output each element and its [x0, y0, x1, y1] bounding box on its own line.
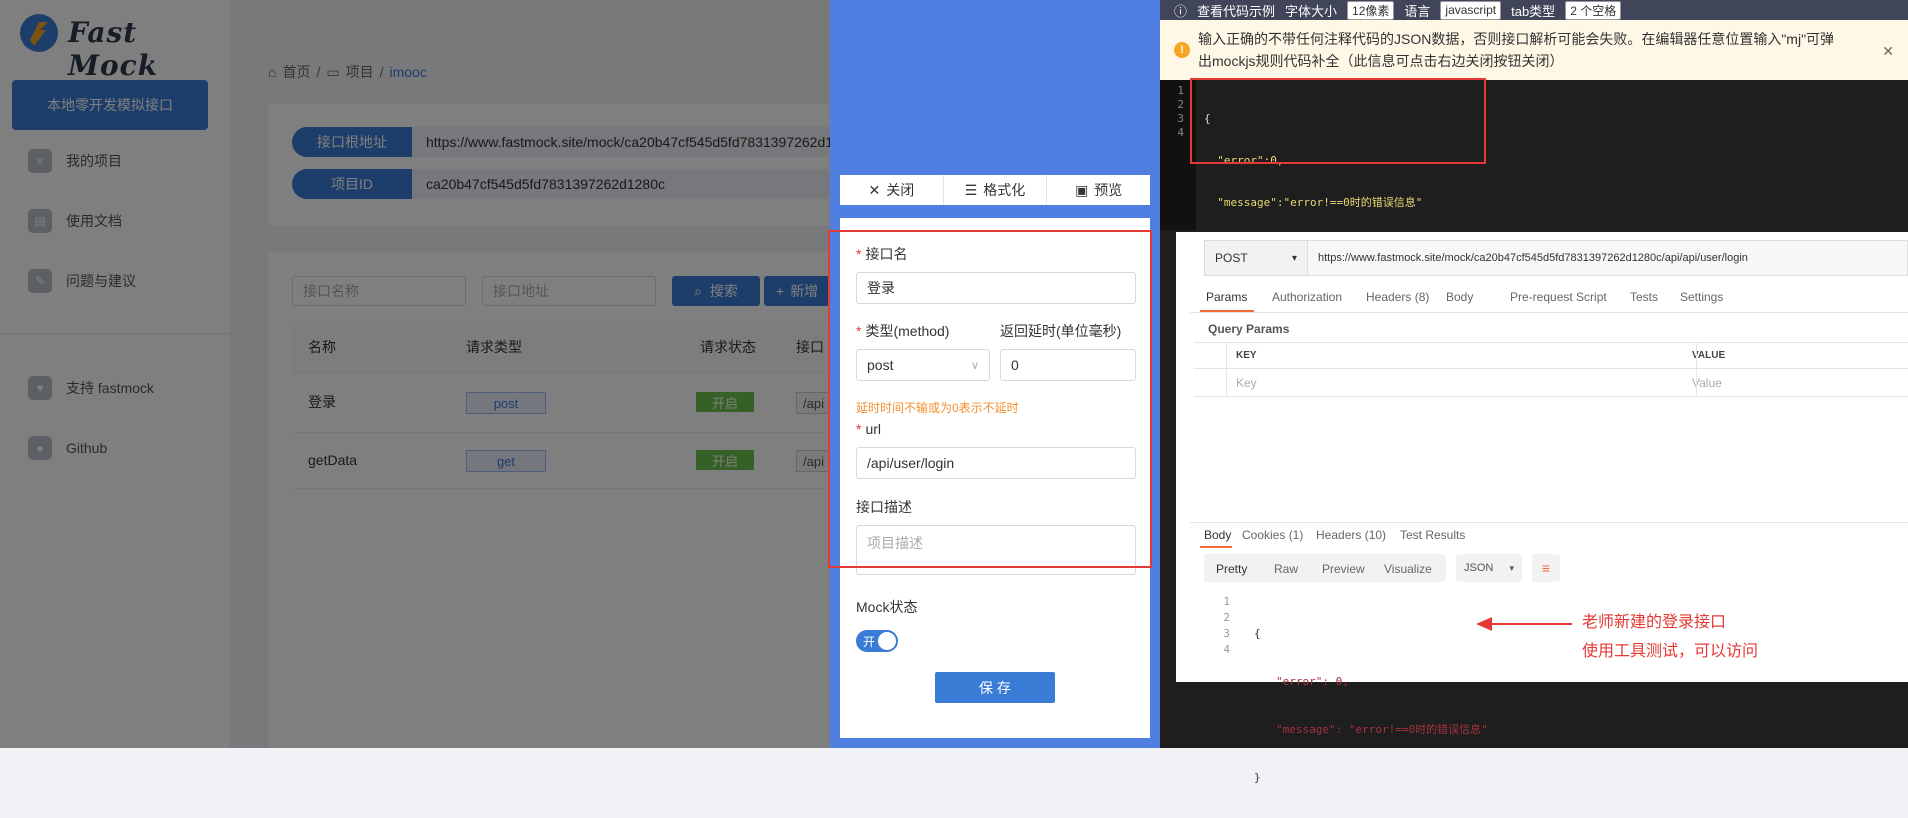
tab-body[interactable]: Body [1446, 290, 1473, 304]
response-line: "error": 0, [1276, 675, 1349, 688]
tab-params[interactable]: Params [1206, 290, 1247, 304]
key-input[interactable]: Key [1236, 376, 1257, 390]
line-number: 1 [1177, 84, 1184, 97]
highlight-box-form [828, 230, 1152, 568]
close-icon: ✕ [868, 181, 881, 198]
query-params-title: Query Params [1208, 322, 1290, 336]
tab-tests[interactable]: Tests [1630, 290, 1658, 304]
notice-text: 输入正确的不带任何注释代码的JSON数据，否则接口解析可能会失败。在编辑器任意位… [1198, 31, 1835, 69]
method-dropdown[interactable]: POST ▾ [1204, 240, 1308, 276]
highlight-box-code [1190, 78, 1486, 164]
language-select[interactable]: javascript [1440, 0, 1502, 20]
format-icon: ☰ [964, 181, 978, 198]
toggle-knob [878, 632, 896, 650]
notice-close-icon[interactable]: ✕ [1882, 40, 1894, 62]
preview-button[interactable]: ▣ 预览 [1047, 175, 1150, 205]
mock-toggle[interactable]: 开 [856, 630, 898, 652]
line-number: 2 [1177, 98, 1184, 111]
annotation-line-2: 使用工具测试，可以访问 [1582, 643, 1759, 660]
close-label: 关闭 [886, 182, 915, 198]
resp-tab-headers[interactable]: Headers (10) [1316, 528, 1386, 542]
response-line: "message": "error!==0时的错误信息" [1276, 723, 1488, 736]
view-preview[interactable]: Preview [1322, 562, 1365, 576]
line-number: 4 [1177, 126, 1184, 139]
line-number: 1 [1223, 595, 1230, 608]
modal-mask[interactable] [0, 0, 830, 748]
preview-icon: ▣ [1075, 181, 1089, 198]
table-bottom-line [1194, 396, 1908, 397]
save-button[interactable]: 保 存 [935, 672, 1055, 703]
format-dropdown-value: JSON [1464, 562, 1494, 574]
format-button[interactable]: ☰ 格式化 [944, 175, 1048, 205]
response-line: } [1254, 771, 1261, 784]
table-col-line [1226, 342, 1227, 396]
format-label: 格式化 [983, 182, 1026, 198]
request-url-input[interactable]: https://www.fastmock.site/mock/ca20b47cf… [1308, 240, 1908, 276]
warning-icon: ! [1174, 42, 1190, 58]
table-col-line [1696, 342, 1697, 396]
notice-banner: ! 输入正确的不带任何注释代码的JSON数据，否则接口解析可能会失败。在编辑器任… [1160, 20, 1908, 80]
annotation-line-1: 老师新建的登录接口 [1582, 614, 1727, 631]
line-number: 3 [1177, 112, 1184, 125]
resp-tab-test-results[interactable]: Test Results [1400, 528, 1465, 542]
response-body: { "error": 0, "message": "error!==0时的错误信… [1254, 594, 1488, 818]
dropdown-caret-icon: ▾ [1509, 562, 1514, 573]
code-editor-topbar: ⓘ 查看代码示例 字体大小 12像素 语言 javascript tab类型 2… [1160, 0, 1908, 20]
line-number: 4 [1223, 643, 1230, 656]
view-pretty[interactable]: Pretty [1216, 562, 1247, 576]
preview-label: 预览 [1094, 182, 1123, 198]
language-value: javascript [1445, 3, 1497, 17]
code-line: "message":"error!==0时的错误信息" [1204, 196, 1423, 209]
font-size-value: 12像素 [1352, 3, 1390, 18]
line-number: 2 [1223, 611, 1230, 624]
language-label: 语言 [1404, 3, 1431, 19]
editor-toolbar: ✕ 关闭 ☰ 格式化 ▣ 预览 [840, 175, 1150, 205]
tab-pre-request[interactable]: Pre-request Script [1510, 290, 1607, 304]
line-number: 3 [1223, 627, 1230, 640]
tab-authorization[interactable]: Authorization [1272, 290, 1342, 304]
help-icon: ⓘ [1174, 3, 1188, 19]
active-resp-tab-indicator [1200, 546, 1232, 548]
dropdown-caret-icon: ▾ [1291, 252, 1297, 264]
view-visualize[interactable]: Visualize [1384, 562, 1432, 576]
table-top-line [1194, 342, 1908, 343]
tab-settings[interactable]: Settings [1680, 290, 1723, 304]
tab-headers[interactable]: Headers (8) [1366, 290, 1429, 304]
font-size-select[interactable]: 12像素 [1347, 0, 1395, 20]
font-size-label: 字体大小 [1285, 3, 1338, 19]
response-divider [1190, 522, 1908, 523]
key-header: KEY [1236, 350, 1257, 361]
method-dropdown-value: POST [1215, 251, 1248, 265]
tab-type-label: tab类型 [1511, 3, 1556, 19]
annotation-arrow-icon [1476, 617, 1572, 631]
resp-tab-cookies[interactable]: Cookies (1) [1242, 528, 1303, 542]
tab-type-select[interactable]: 2 个空格 [1565, 0, 1622, 20]
close-button[interactable]: ✕ 关闭 [840, 175, 944, 205]
code-example-link[interactable]: 查看代码示例 [1197, 1, 1275, 20]
editor-line-numbers: 1 2 3 4 [1168, 84, 1184, 140]
resp-tab-body[interactable]: Body [1204, 528, 1231, 542]
postman-panel: POST ▾ https://www.fastmock.site/mock/ca… [1176, 232, 1908, 784]
response-line: { [1254, 627, 1261, 640]
table-mid-line [1194, 368, 1908, 369]
mock-status-label: Mock状态 [856, 599, 918, 615]
wrap-lines-icon[interactable]: ≡ [1532, 554, 1560, 582]
tab-divider [1190, 312, 1908, 313]
toggle-text: 开 [863, 635, 876, 649]
view-raw[interactable]: Raw [1274, 562, 1298, 576]
format-dropdown[interactable]: JSON ▾ [1456, 554, 1522, 582]
tab-type-value: 2 个空格 [1570, 3, 1617, 18]
response-line-numbers: 1 2 3 4 [1214, 594, 1230, 658]
